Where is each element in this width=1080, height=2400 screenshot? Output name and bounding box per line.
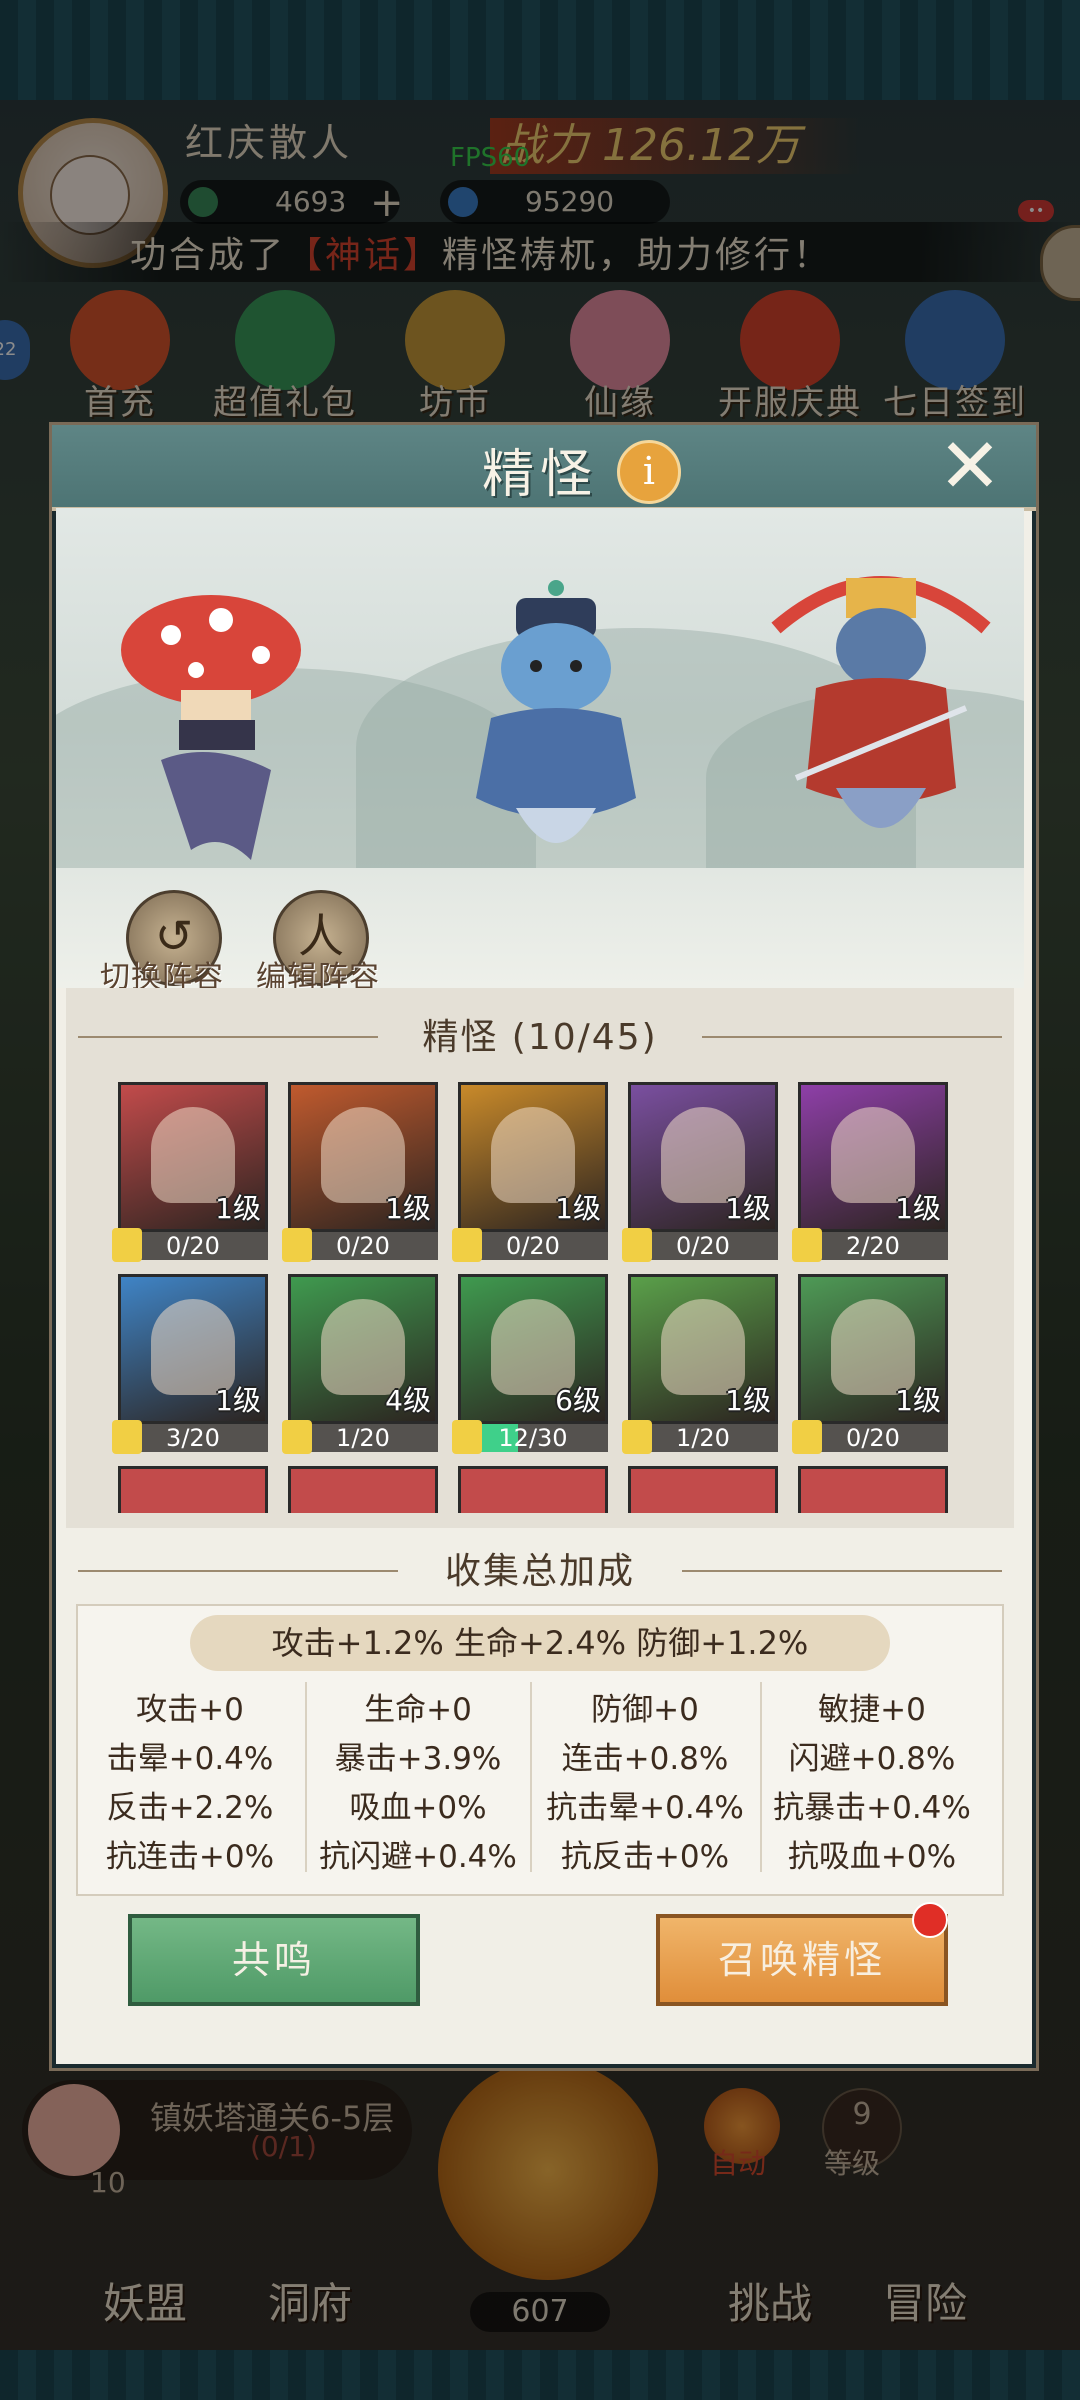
card-progress-text: 3/20 <box>166 1424 220 1452</box>
card-level: 1级 <box>895 1192 941 1225</box>
bonus-stat: 抗反击+0% <box>560 1839 730 1875</box>
card-progress-text: 1/20 <box>336 1424 390 1452</box>
card-progress-text: 0/20 <box>336 1232 390 1260</box>
card-progress-bar: 1/20 <box>282 1420 438 1454</box>
card-level: 1级 <box>555 1192 601 1225</box>
bonus-stat: 抗吸血+0% <box>787 1839 957 1875</box>
resonate-button[interactable]: 共鸣 <box>128 1914 420 2006</box>
card-progress-text: 2/20 <box>846 1232 900 1260</box>
card-level: 1级 <box>215 1192 261 1225</box>
spirit-card[interactable]: 1级 <box>118 1274 268 1424</box>
card-level: 6级 <box>555 1384 601 1417</box>
card-progress-text: 0/20 <box>506 1232 560 1260</box>
spirit-card[interactable]: 4级 <box>288 1274 438 1424</box>
card-progress-bar: 1/20 <box>622 1420 778 1454</box>
collection-title: 精怪 (10/45) <box>422 1017 658 1058</box>
spirit-card-partial[interactable] <box>288 1466 438 1513</box>
card-progress-bar: 0/20 <box>452 1228 608 1262</box>
spirit-card-partial[interactable] <box>118 1466 268 1513</box>
spirit-card[interactable]: 1级 <box>118 1082 268 1232</box>
card-progress-text: 1/20 <box>676 1424 730 1452</box>
notification-dot <box>912 1902 948 1938</box>
bonus-stat: 反击+2.2% <box>106 1790 274 1826</box>
spirit-card[interactable]: 1级 <box>628 1274 778 1424</box>
mushroom-spirit-figure[interactable] <box>101 570 331 870</box>
card-progress-bar: 0/20 <box>792 1420 948 1454</box>
spirit-card-partial[interactable] <box>798 1466 948 1513</box>
bonus-stat: 连击+0.8% <box>561 1741 729 1777</box>
blue-ghost-spirit-figure[interactable] <box>436 578 676 888</box>
card-progress-text: 0/20 <box>846 1424 900 1452</box>
card-progress-text: 0/20 <box>166 1232 220 1260</box>
card-level: 1级 <box>385 1192 431 1225</box>
close-icon[interactable]: ✕ <box>932 428 1008 504</box>
bonus-stat: 抗闪避+0.4% <box>319 1839 517 1875</box>
card-progress-text: 0/20 <box>676 1232 730 1260</box>
bonus-stat: 攻击+0 <box>136 1692 244 1728</box>
red-general-spirit-figure[interactable] <box>736 538 1024 878</box>
bonus-title: 收集总加成 <box>444 1551 635 1592</box>
card-level: 1级 <box>725 1192 771 1225</box>
bonus-stat: 敏捷+0 <box>818 1692 926 1728</box>
bonus-stat: 抗连击+0% <box>105 1839 275 1875</box>
bonus-stat: 击晕+0.4% <box>106 1741 274 1777</box>
bonus-summary: 攻击+1.2% 生命+2.4% 防御+1.2% <box>190 1615 890 1671</box>
card-progress-bar: 3/20 <box>112 1420 268 1454</box>
spirit-card-partial[interactable] <box>628 1466 778 1513</box>
card-level: 1级 <box>215 1384 261 1417</box>
bonus-stat: 抗击晕+0.4% <box>546 1790 744 1826</box>
bonus-stat: 抗暴击+0.4% <box>773 1790 971 1826</box>
card-level: 1级 <box>725 1384 771 1417</box>
spirit-card[interactable]: 6级 <box>458 1274 608 1424</box>
info-icon[interactable]: i <box>617 440 681 504</box>
card-progress-bar: 0/20 <box>112 1228 268 1262</box>
spirit-card[interactable]: 1级 <box>798 1082 948 1232</box>
spirit-card-partial[interactable] <box>458 1466 608 1513</box>
card-progress-bar: 12/30 <box>452 1420 608 1454</box>
spirit-card[interactable]: 1级 <box>628 1082 778 1232</box>
bonus-stat: 暴击+3.9% <box>334 1741 502 1777</box>
dialog-title: 精怪 <box>481 445 598 505</box>
card-progress-bar: 0/20 <box>622 1228 778 1262</box>
card-level: 1级 <box>895 1384 941 1417</box>
spirit-card[interactable]: 1级 <box>458 1082 608 1232</box>
card-level: 4级 <box>385 1384 431 1417</box>
card-progress-bar: 2/20 <box>792 1228 948 1262</box>
summon-spirit-button[interactable]: 召唤精怪 <box>656 1914 948 2006</box>
spirit-card[interactable]: 1级 <box>798 1274 948 1424</box>
bonus-stat: 防御+0 <box>591 1692 699 1728</box>
bonus-stat: 闪避+0.8% <box>788 1741 956 1777</box>
bonus-stat: 生命+0 <box>364 1692 472 1728</box>
spirit-card[interactable]: 1级 <box>288 1082 438 1232</box>
card-progress-bar: 0/20 <box>282 1228 438 1262</box>
card-progress-text: 12/30 <box>498 1424 568 1452</box>
bonus-stat: 吸血+0% <box>349 1790 487 1826</box>
